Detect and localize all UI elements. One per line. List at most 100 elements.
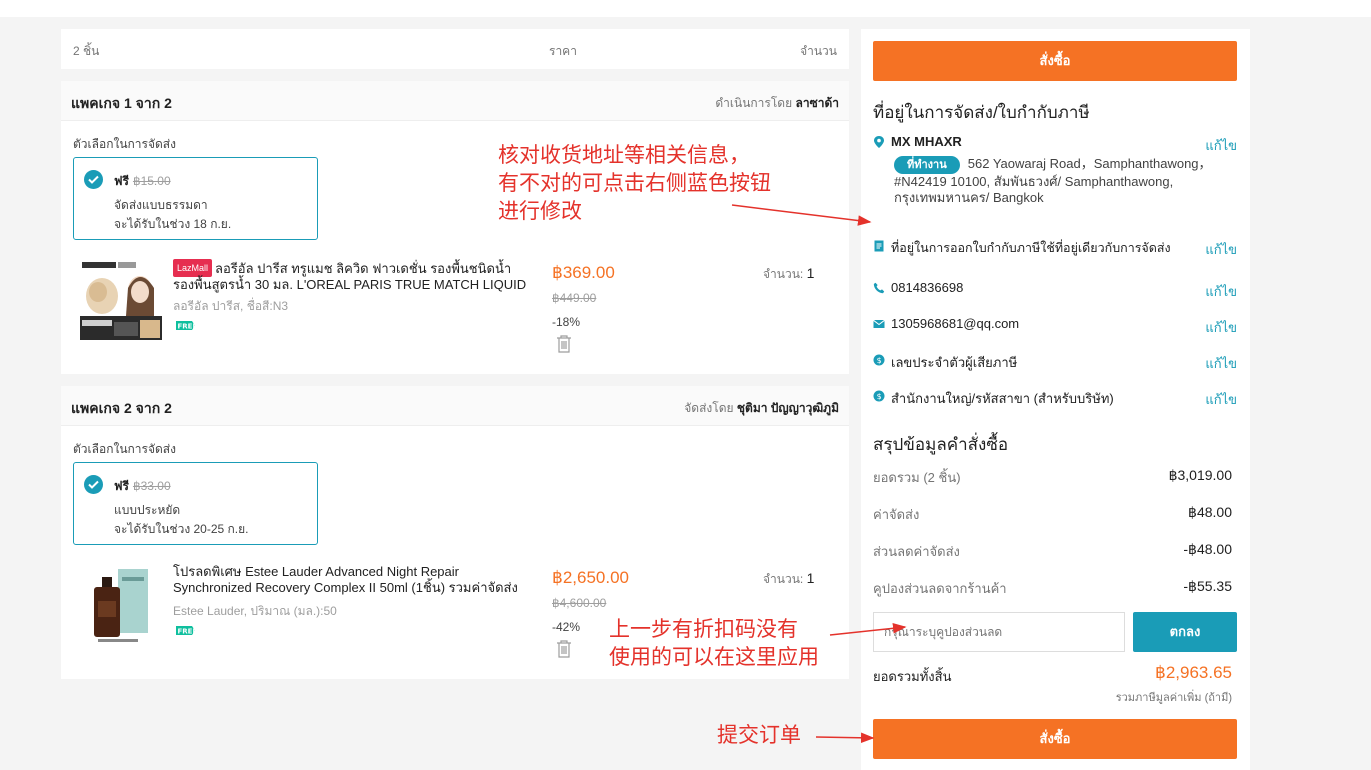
summary-section-title: สรุปข้อมูลคำสั่งซื้อ: [873, 435, 1009, 454]
shipping-option-card[interactable]: ฟรี ฿33.00 แบบประหยัด จะได้รับในช่วง 20-2…: [73, 462, 318, 545]
package-seller: ดำเนินการโดย ลาซาด้า: [715, 96, 839, 110]
package-list: 2 ชิ้น ราคา จำนวน แพคเกจ 1 จาก 2 ดำเนินก…: [61, 29, 849, 679]
recipient-name: MX MHAXR: [891, 134, 962, 149]
discount-percent: -18%: [552, 315, 581, 329]
email-address: 1305968681@qq.com: [891, 316, 1020, 331]
apply-voucher-button[interactable]: ตกลง: [1133, 612, 1237, 652]
svg-text:$: $: [877, 392, 882, 401]
shipping-eta: จะได้รับในช่วง 18 ก.ย.: [114, 217, 232, 231]
edit-tax-id-link[interactable]: แก้ไข: [1205, 353, 1237, 374]
edit-invoice-link[interactable]: แก้ไข: [1205, 239, 1237, 260]
trash-icon[interactable]: [556, 640, 572, 658]
shipping-fee: ฟรี ฿15.00: [114, 174, 171, 188]
product-quantity: จำนวน: 1: [763, 265, 815, 281]
package-header: แพคเกจ 1 จาก 2 ดำเนินการโดย ลาซาด้า: [61, 81, 849, 121]
shipping-discount-value: -฿48.00: [1183, 541, 1232, 557]
total-value: ฿2,963.65: [1155, 663, 1232, 682]
vat-note: รวมภาษีมูลค่าเพิ่ม (ถ้ามี): [1115, 692, 1232, 704]
edit-phone-link[interactable]: แก้ไข: [1205, 281, 1237, 302]
free-shipping-icon: FREE: [176, 626, 197, 636]
tax-id-label: เลขประจำตัวผู้เสียภาษี: [891, 355, 1018, 370]
product-price: ฿369.00: [552, 263, 615, 282]
tax-coin-icon: $: [873, 354, 885, 366]
total-label: ยอดรวมทั้งสิ้น: [873, 669, 952, 684]
voucher-code-input[interactable]: [873, 612, 1125, 652]
tax-id-row: $ เลขประจำตัวผู้เสียภาษี แก้ไข: [873, 352, 1237, 371]
store-coupon-label: คูปองส่วนลดจากร้านค้า: [873, 581, 1007, 596]
annotation-check-address: 核对收货地址等相关信息， 有不对的可点击右侧蓝色按钮 进行修改: [498, 143, 771, 223]
product-variant: ลอรีอัล ปารีส, ชื่อสี:N3: [173, 299, 289, 313]
phone-row: 0814836698 แก้ไข: [873, 280, 1237, 299]
location-pin-icon: [874, 136, 884, 148]
top-band: [0, 0, 1371, 17]
shipping-discount-row: ส่วนลดค่าจัดส่ง -฿48.00: [873, 541, 1232, 559]
subtotal-row: ยอดรวม (2 ชิ้น) ฿3,019.00: [873, 467, 1232, 485]
free-shipping-icon: FREE: [176, 321, 197, 331]
document-icon: [874, 240, 884, 252]
annotation-submit: 提交订单: [717, 723, 801, 747]
check-icon: [84, 170, 103, 189]
invoice-address-row: ที่อยู่ในการออกใบกำกับภาษีใช้ที่อยู่เดีย…: [873, 238, 1237, 257]
shipping-address: MX MHAXR แก้ไข ที่ทำงาน 562 Yaowaraj Road…: [873, 134, 1237, 226]
shipping-eta: จะได้รับในช่วง 20-25 ก.ย.: [114, 522, 249, 536]
subtotal-value: ฿3,019.00: [1168, 467, 1232, 483]
place-order-button-bottom[interactable]: สั่งซื้อ: [873, 719, 1237, 759]
trash-icon[interactable]: [556, 335, 572, 353]
phone-icon: [873, 282, 885, 294]
price-column-header: ราคา: [549, 44, 577, 58]
store-coupon-value: -฿55.35: [1183, 578, 1232, 594]
subtotal-label: ยอดรวม (2 ชิ้น): [873, 470, 961, 485]
package-1: แพคเกจ 1 จาก 2 ดำเนินการโดย ลาซาด้า ตัวเ…: [61, 81, 849, 374]
store-coupon-row: คูปองส่วนลดจากร้านค้า -฿55.35: [873, 578, 1232, 596]
shipping-fee-value: ฿48.00: [1188, 504, 1232, 520]
edit-address-link[interactable]: แก้ไข: [1205, 135, 1237, 156]
shipping-option-label: ตัวเลือกในการจัดส่ง: [73, 442, 176, 456]
original-price: ฿4,600.00: [552, 596, 607, 610]
discount-percent: -42%: [552, 620, 581, 634]
product-price: ฿2,650.00: [552, 568, 629, 587]
vat-note-row: รวมภาษีมูลค่าเพิ่ม (ถ้ามี): [873, 688, 1232, 704]
check-icon: [84, 475, 103, 494]
edit-branch-link[interactable]: แก้ไข: [1205, 389, 1237, 410]
invoice-same-text: ที่อยู่ในการออกใบกำกับภาษีใช้ที่อยู่เดีย…: [891, 241, 1171, 255]
email-row: 1305968681@qq.com แก้ไข: [873, 316, 1237, 335]
svg-text:$: $: [877, 356, 882, 365]
items-count: 2 ชิ้น: [73, 44, 100, 58]
shipping-fee-label: ค่าจัดส่ง: [873, 507, 920, 522]
address-text: ที่ทำงาน 562 Yaowaraj Road，Samphanthawong…: [894, 156, 1212, 205]
list-header: 2 ชิ้น ราคา จำนวน: [61, 29, 849, 69]
product-variant: Estee Lauder, ปริมาณ (มล.):50: [173, 604, 337, 618]
product-name[interactable]: LazMall ลอรีอัล ปารีส ทรูแมช ลิควิด ฟาวเด…: [173, 259, 528, 293]
product-image[interactable]: [80, 563, 162, 645]
phone-number: 0814836698: [891, 280, 964, 295]
total-row: ยอดรวมทั้งสิ้น ฿2,963.65: [873, 663, 1232, 685]
order-sidebar: สั่งซื้อ ที่อยู่ในการจัดส่ง/ใบกำกับภาษี …: [861, 29, 1250, 770]
svg-text:FREE: FREE: [178, 323, 197, 331]
product-image[interactable]: [80, 258, 162, 340]
place-order-button-top[interactable]: สั่งซื้อ: [873, 41, 1237, 81]
shipping-discount-label: ส่วนลดค่าจัดส่ง: [873, 544, 960, 559]
package-seller: จัดส่งโดย ชุติมา ปัญญาวุฒิภูมิ: [684, 401, 839, 415]
office-tag: ที่ทำงาน: [894, 156, 960, 174]
svg-text:FREE: FREE: [178, 628, 197, 636]
package-title: แพคเกจ 1 จาก 2: [71, 95, 172, 111]
shipping-option-card[interactable]: ฟรี ฿15.00 จัดส่งแบบธรรมดา จะได้รับในช่วง…: [73, 157, 318, 240]
branch-label: สำนักงานใหญ่/รหัสสาขา (สำหรับบริษัท): [891, 391, 1114, 406]
branch-coin-icon: $: [873, 390, 885, 402]
package-title: แพคเกจ 2 จาก 2: [71, 400, 172, 416]
original-price: ฿449.00: [552, 291, 597, 305]
address-section-title: ที่อยู่ในการจัดส่ง/ใบกำกับภาษี: [873, 103, 1090, 122]
shipping-method: แบบประหยัด: [114, 503, 181, 517]
email-icon: [873, 319, 885, 328]
shipping-method: จัดส่งแบบธรรมดา: [114, 198, 208, 212]
product-name[interactable]: โปรลดพิเศษ Estee Lauder Advanced Night R…: [173, 564, 528, 596]
edit-email-link[interactable]: แก้ไข: [1205, 317, 1237, 338]
product-quantity: จำนวน: 1: [763, 570, 815, 586]
qty-column-header: จำนวน: [800, 44, 837, 58]
shipping-fee-row: ค่าจัดส่ง ฿48.00: [873, 504, 1232, 522]
lazmall-badge: LazMall: [173, 259, 213, 277]
shipping-option-label: ตัวเลือกในการจัดส่ง: [73, 137, 176, 151]
branch-row: $ สำนักงานใหญ่/รหัสสาขา (สำหรับบริษัท) แ…: [873, 388, 1237, 407]
shipping-fee: ฟรี ฿33.00: [114, 479, 171, 493]
package-header: แพคเกจ 2 จาก 2 จัดส่งโดย ชุติมา ปัญญาวุฒ…: [61, 386, 849, 426]
